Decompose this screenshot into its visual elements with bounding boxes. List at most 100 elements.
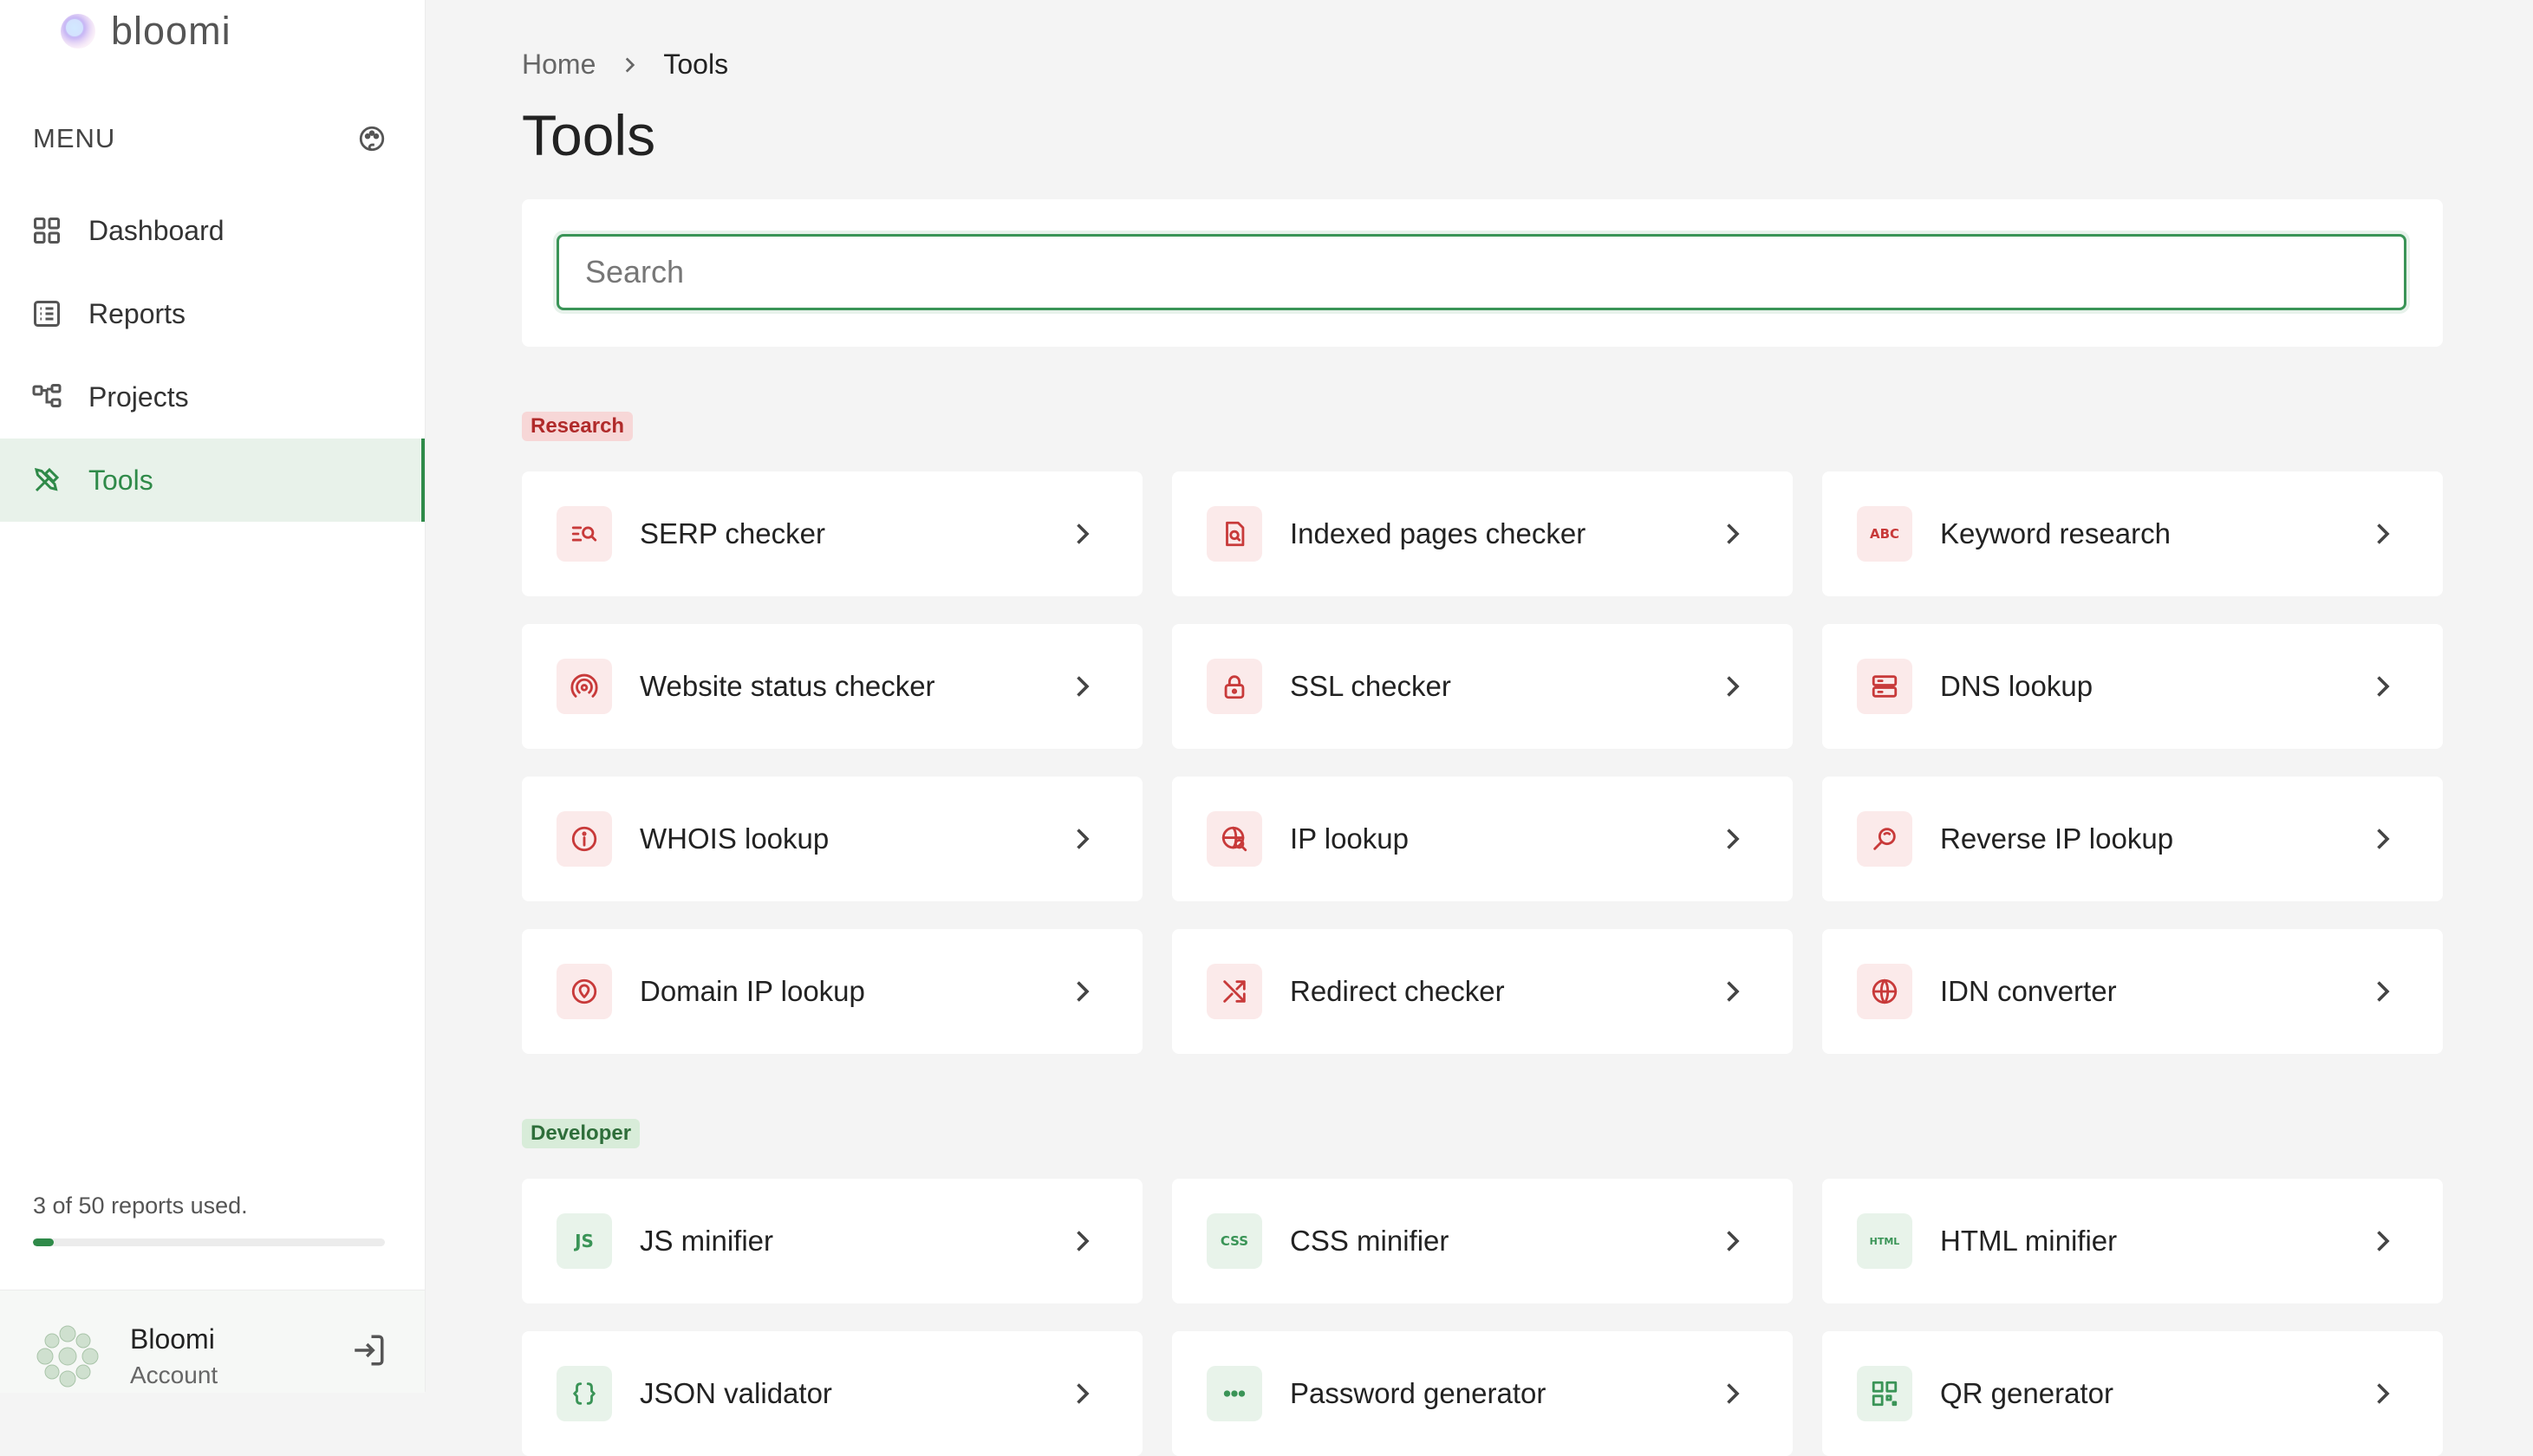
sidebar-item-tools[interactable]: Tools xyxy=(0,439,425,522)
chevron-right-icon xyxy=(1727,829,1740,849)
tool-card-website-status-checker[interactable]: Website status checker xyxy=(522,624,1143,749)
avatar xyxy=(36,1325,99,1388)
menu-label: MENU xyxy=(33,123,116,153)
tool-card-serp-checker[interactable]: SERP checker xyxy=(522,471,1143,596)
tool-card-label: IP lookup xyxy=(1290,822,1409,855)
breadcrumb: Home Tools xyxy=(522,49,728,81)
chevron-right-icon xyxy=(2377,676,2390,697)
tool-card-label: IDN converter xyxy=(1940,975,2117,1007)
menu-header: MENU xyxy=(33,123,387,154)
palette-icon[interactable] xyxy=(357,124,387,153)
globe-search-icon xyxy=(1207,811,1262,867)
tool-card-label: SERP checker xyxy=(640,517,825,549)
chevron-right-icon xyxy=(1727,1383,1740,1404)
tool-card-label: Redirect checker xyxy=(1290,975,1505,1007)
tool-card-indexed-pages-checker[interactable]: Indexed pages checker xyxy=(1172,471,1793,596)
chevron-right-icon xyxy=(1077,1231,1090,1251)
tool-card-label: DNS lookup xyxy=(1940,670,2093,702)
search-input[interactable] xyxy=(557,234,2406,310)
icon-text: JS xyxy=(575,1231,594,1251)
qr-icon xyxy=(1857,1366,1912,1421)
sidebar-item-label: Tools xyxy=(88,464,153,496)
tool-card-idn-converter[interactable]: IDN converter xyxy=(1822,929,2443,1054)
html-icon: HTML xyxy=(1857,1213,1912,1269)
account-name: Bloomi xyxy=(130,1323,215,1355)
dots-icon xyxy=(1207,1366,1262,1421)
developer-tools-grid: JS JS minifier CSS CSS minifier HTML HTML min… xyxy=(522,1179,2443,1456)
breadcrumb-home[interactable]: Home xyxy=(522,49,596,81)
research-tools-grid: SERP checker Indexed pages checker ABC Keyw… xyxy=(522,471,2443,1054)
serp-icon xyxy=(557,506,612,562)
tool-card-label: Domain IP lookup xyxy=(640,975,865,1007)
indexed-page-icon xyxy=(1207,506,1262,562)
logo-text: bloomi xyxy=(111,9,231,53)
tool-card-label: Keyword research xyxy=(1940,517,2171,549)
tool-card-js-minifier[interactable]: JS JS minifier xyxy=(522,1179,1143,1303)
css-icon: CSS xyxy=(1207,1213,1262,1269)
tool-card-label: JSON validator xyxy=(640,1377,832,1409)
chevron-right-icon xyxy=(1727,676,1740,697)
reverse-search-icon xyxy=(1857,811,1912,867)
sidebar-item-label: Reports xyxy=(88,297,186,329)
tool-card-domain-ip-lookup[interactable]: Domain IP lookup xyxy=(522,929,1143,1054)
tool-card-label: Reverse IP lookup xyxy=(1940,822,2174,855)
tool-card-label: QR generator xyxy=(1940,1377,2113,1409)
account-panel[interactable]: Bloomi Account xyxy=(0,1290,425,1393)
tool-card-reverse-ip-lookup[interactable]: Reverse IP lookup xyxy=(1822,777,2443,901)
chevron-right-icon xyxy=(1727,981,1740,1002)
search-card xyxy=(522,199,2443,347)
usage-progress-fill xyxy=(33,1238,55,1246)
braces-icon xyxy=(557,1366,612,1421)
tool-card-keyword-research[interactable]: ABC Keyword research xyxy=(1822,471,2443,596)
usage-progress-bar xyxy=(33,1238,385,1246)
abc-icon: ABC xyxy=(1857,506,1912,562)
logout-icon[interactable] xyxy=(350,1332,387,1368)
shuffle-icon xyxy=(1207,964,1262,1019)
usage-text: 3 of 50 reports used. xyxy=(33,1193,248,1219)
chevron-right-icon xyxy=(2377,829,2390,849)
tool-card-qr-generator[interactable]: QR generator xyxy=(1822,1331,2443,1456)
section-badge-developer: Developer xyxy=(522,1119,641,1148)
tool-card-password-generator[interactable]: Password generator xyxy=(1172,1331,1793,1456)
server-icon xyxy=(1857,659,1912,714)
chevron-right-icon xyxy=(2377,523,2390,544)
chevron-right-icon xyxy=(1727,523,1740,544)
tool-card-ssl-checker[interactable]: SSL checker xyxy=(1172,624,1793,749)
chevron-right-icon xyxy=(1077,829,1090,849)
sidebar-item-dashboard[interactable]: Dashboard xyxy=(0,189,425,272)
tool-card-label: HTML minifier xyxy=(1940,1225,2118,1257)
tool-card-css-minifier[interactable]: CSS CSS minifier xyxy=(1172,1179,1793,1303)
logo[interactable]: bloomi xyxy=(55,7,231,55)
sidebar-item-reports[interactable]: Reports xyxy=(0,272,425,355)
tool-card-label: JS minifier xyxy=(640,1225,774,1257)
tool-card-label: Password generator xyxy=(1290,1377,1546,1409)
js-icon: JS xyxy=(557,1213,612,1269)
account-subtitle: Account xyxy=(130,1362,218,1388)
chevron-right-icon xyxy=(1077,1383,1090,1404)
tool-card-label: Indexed pages checker xyxy=(1290,517,1586,549)
lock-icon xyxy=(1207,659,1262,714)
tool-card-json-validator[interactable]: JSON validator xyxy=(522,1331,1143,1456)
tool-card-redirect-checker[interactable]: Redirect checker xyxy=(1172,929,1793,1054)
tool-card-html-minifier[interactable]: HTML HTML minifier xyxy=(1822,1179,2443,1303)
icon-text: HTML xyxy=(1869,1235,1900,1247)
location-pin-icon xyxy=(557,964,612,1019)
breadcrumb-current: Tools xyxy=(663,49,729,80)
tools-icon xyxy=(34,467,60,492)
section-badge-research: Research xyxy=(522,412,634,441)
icon-text: CSS xyxy=(1220,1233,1249,1249)
status-signal-icon xyxy=(557,659,612,714)
tool-card-whois-lookup[interactable]: WHOIS lookup xyxy=(522,777,1143,901)
sidebar: bloomi MENU Dashboard Reports Projects T… xyxy=(0,0,426,1393)
tool-card-ip-lookup[interactable]: IP lookup xyxy=(1172,777,1793,901)
logo-icon xyxy=(61,14,95,49)
tool-card-label: WHOIS lookup xyxy=(640,822,830,855)
chevron-right-icon xyxy=(1727,1231,1740,1251)
sidebar-item-projects[interactable]: Projects xyxy=(0,355,425,439)
tool-card-label: CSS minifier xyxy=(1290,1225,1449,1257)
chevron-right-icon xyxy=(626,56,635,73)
tool-card-dns-lookup[interactable]: DNS lookup xyxy=(1822,624,2443,749)
icon-text: ABC xyxy=(1869,526,1900,542)
info-icon xyxy=(557,811,612,867)
tool-card-label: Website status checker xyxy=(640,670,935,702)
